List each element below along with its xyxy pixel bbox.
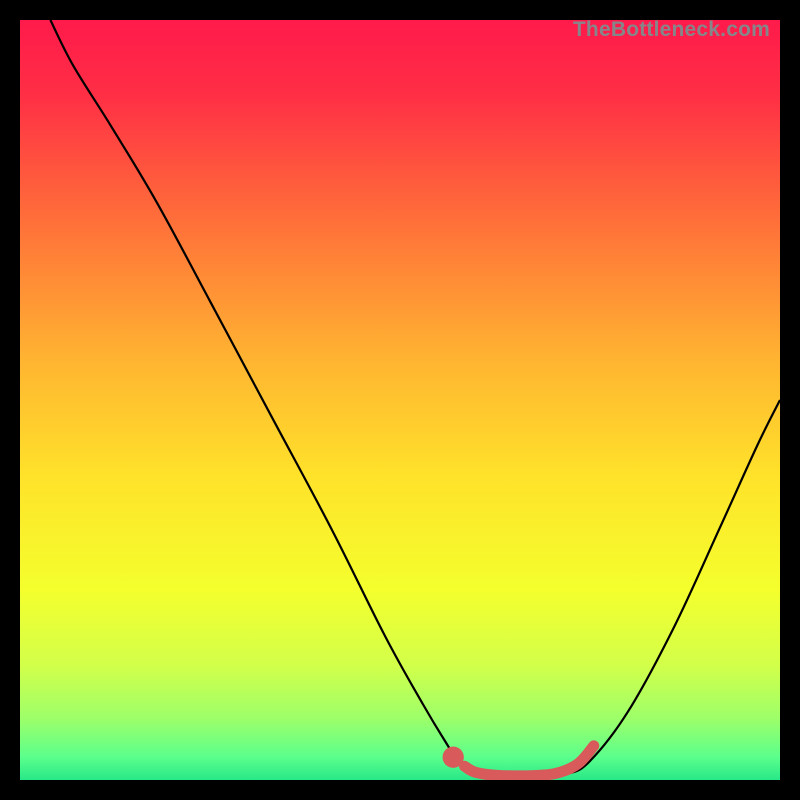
- chart-svg: [20, 20, 780, 780]
- watermark-text: TheBottleneck.com: [573, 18, 770, 42]
- chart-frame: TheBottleneck.com: [20, 20, 780, 780]
- highlight-dot: [443, 747, 464, 768]
